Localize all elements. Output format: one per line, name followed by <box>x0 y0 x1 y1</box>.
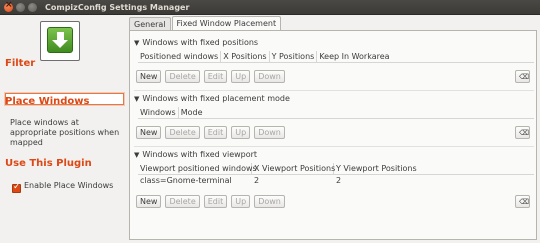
triangle-down-icon: ▼ <box>134 94 140 103</box>
new-button[interactable]: New <box>136 70 162 83</box>
column-header[interactable]: Windows <box>138 106 179 119</box>
new-button[interactable]: New <box>136 126 162 139</box>
column-header[interactable]: Y Positions <box>270 50 318 63</box>
tab-general[interactable]: General <box>129 17 171 31</box>
up-button[interactable]: Up <box>231 70 251 83</box>
button-row: New Delete Edit Up Down <box>136 195 289 208</box>
column-header[interactable]: Mode <box>179 107 205 119</box>
triangle-down-icon: ▼ <box>134 150 140 159</box>
down-button[interactable]: Down <box>254 126 285 139</box>
button-row: New Delete Edit Up Down <box>136 70 289 83</box>
edit-button[interactable]: Edit <box>203 126 228 139</box>
table-cell: 2 <box>254 176 260 185</box>
column-header-row: Viewport positioned windows X Viewport P… <box>138 162 534 175</box>
divider <box>134 90 534 91</box>
close-window-button[interactable] <box>4 0 13 12</box>
table-cell: class=Gnome-terminal <box>140 176 232 185</box>
enable-plugin-label: Enable Place Windows <box>24 181 114 190</box>
back-button[interactable] <box>40 21 80 61</box>
column-header-row: Windows Mode <box>138 106 534 119</box>
delete-button[interactable]: Delete <box>165 126 200 139</box>
sidebar: Filter Place Windows Place windows at ap… <box>0 15 129 243</box>
section-fixed-placement-mode: ▼ Windows with fixed placement mode Wind… <box>134 93 534 119</box>
clear-icon: ⌫ <box>519 73 529 81</box>
edit-button[interactable]: Edit <box>203 195 228 208</box>
up-button[interactable]: Up <box>231 126 251 139</box>
divider <box>134 146 534 147</box>
table-row[interactable]: class=Gnome-terminal 2 2 <box>138 175 534 187</box>
section-fixed-positions: ▼ Windows with fixed positions Positione… <box>134 37 534 63</box>
column-header[interactable]: X Viewport Positions <box>252 162 335 175</box>
column-header[interactable]: Y Viewport Positions <box>334 163 419 175</box>
column-header[interactable]: Viewport positioned windows <box>138 162 257 175</box>
section-title: Windows with fixed viewport <box>142 150 258 159</box>
table-cell: 2 <box>336 176 342 185</box>
tab-bar: General Fixed Window Placement <box>129 16 282 31</box>
maximize-window-button[interactable] <box>28 2 37 12</box>
new-button[interactable]: New <box>136 195 162 208</box>
down-button[interactable]: Down <box>254 70 285 83</box>
column-header[interactable]: X Positions <box>221 50 270 63</box>
up-button[interactable]: Up <box>231 195 251 208</box>
column-header-row: Positioned windows X Positions Y Positio… <box>138 50 534 63</box>
delete-button[interactable]: Delete <box>165 70 200 83</box>
section-header[interactable]: ▼ Windows with fixed viewport <box>134 149 534 160</box>
delete-button[interactable]: Delete <box>165 195 200 208</box>
section-title: Windows with fixed positions <box>142 38 259 47</box>
column-header[interactable]: Keep In Workarea <box>317 51 391 63</box>
settings-panel: ▼ Windows with fixed positions Positione… <box>129 30 537 240</box>
use-plugin-heading: Use This Plugin <box>5 158 92 169</box>
clear-button[interactable]: ⌫ <box>515 70 530 83</box>
clear-icon: ⌫ <box>519 129 529 137</box>
section-fixed-viewport: ▼ Windows with fixed viewport Viewport p… <box>134 149 534 187</box>
section-header[interactable]: ▼ Windows with fixed placement mode <box>134 93 534 104</box>
enable-plugin-checkbox[interactable] <box>12 182 21 193</box>
filter-heading: Filter <box>5 58 36 69</box>
column-header[interactable]: Positioned windows <box>138 50 222 63</box>
triangle-down-icon: ▼ <box>134 38 140 47</box>
tab-fixed-window-placement[interactable]: Fixed Window Placement <box>171 16 282 31</box>
clear-button[interactable]: ⌫ <box>515 126 530 139</box>
button-row: New Delete Edit Up Down <box>136 126 289 139</box>
window-title: CompizConfig Settings Manager <box>45 2 190 12</box>
plugin-name-heading: Place Windows <box>5 96 90 107</box>
edit-button[interactable]: Edit <box>203 70 228 83</box>
plugin-description: Place windows at appropriate positions w… <box>10 118 120 147</box>
clear-icon: ⌫ <box>519 198 529 206</box>
section-header[interactable]: ▼ Windows with fixed positions <box>134 37 534 48</box>
clear-button[interactable]: ⌫ <box>515 195 530 208</box>
section-title: Windows with fixed placement mode <box>142 94 290 103</box>
title-bar: CompizConfig Settings Manager <box>0 0 540 15</box>
minimize-window-button[interactable] <box>16 2 25 12</box>
down-button[interactable]: Down <box>254 195 285 208</box>
back-arrow-icon <box>47 27 73 53</box>
